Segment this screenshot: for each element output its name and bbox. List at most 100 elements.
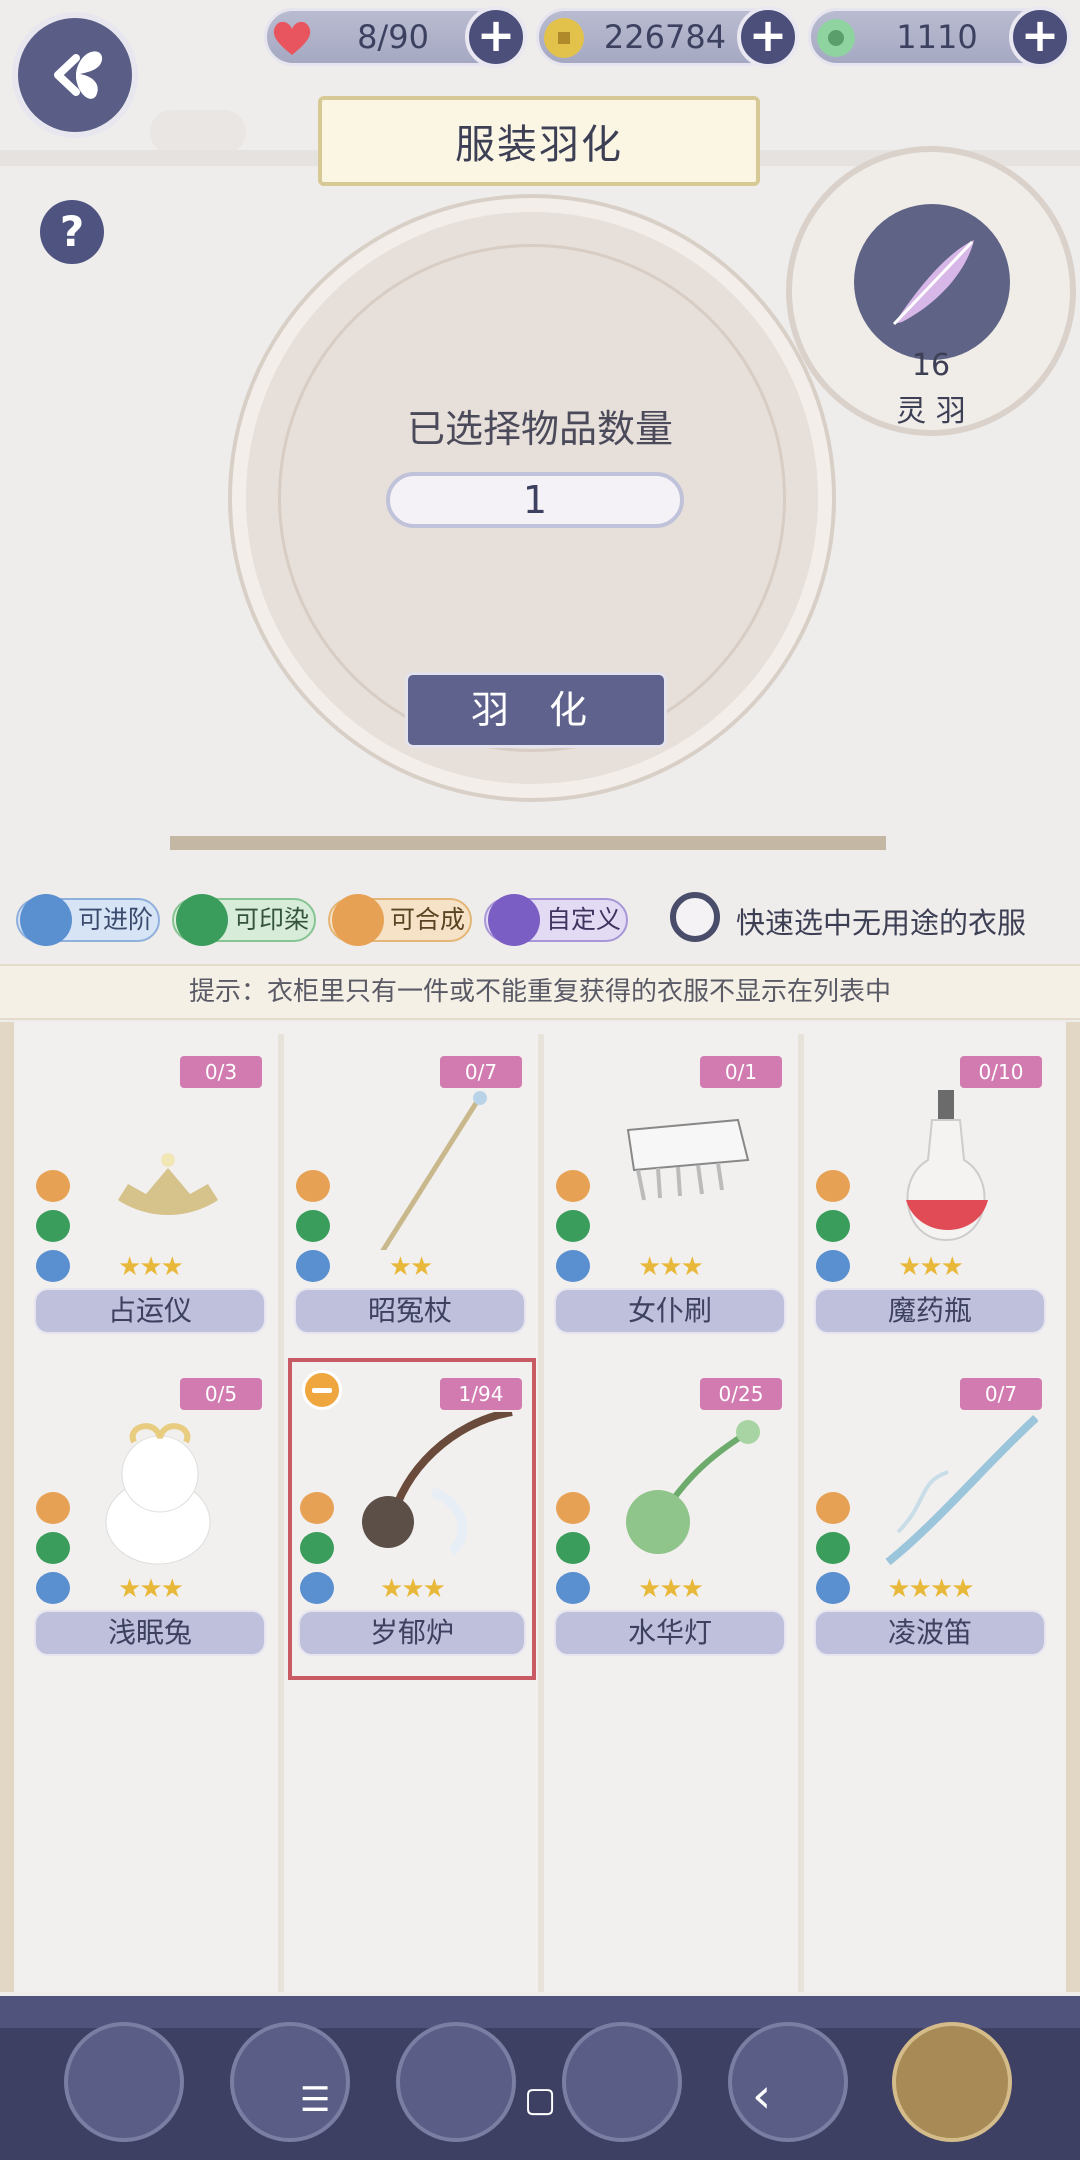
selected-count-field[interactable]: 1 [386,472,684,528]
item-name: 凌波笛 [814,1610,1046,1656]
accessory-icon[interactable] [562,2022,682,2142]
item-stars: ★★★ [118,1574,184,1604]
craft-icon [36,1492,70,1524]
lotus-lamp-icon [626,1420,760,1554]
item-count: 0/1 [700,1056,782,1088]
item-card[interactable]: 0/5 ★★★ 浅眠兔 [28,1362,272,1680]
bunny-plush-icon [105,1423,211,1565]
filter-dyeable-label: 可印染 [234,905,310,934]
yarn-icon [20,894,72,946]
filter-custom[interactable]: 自定义 [484,894,628,946]
stamina-resource: 8/90 + [264,6,527,68]
feather-name: 灵 羽 [896,394,966,429]
gem-resource: 1110 + [808,6,1071,68]
column-divider [538,1034,544,1992]
tip-bar: 提示：衣柜里只有一件或不能重复获得的衣服不显示在列表中 [0,964,1080,1020]
dye-icon [36,1532,70,1564]
hair-icon[interactable] [64,2022,184,2142]
item-card[interactable]: 0/7 ★★★★ 凌波笛 [808,1362,1052,1680]
system-menu-button[interactable]: ☰ [300,2080,330,2120]
feather-icon [892,240,974,326]
item-stars: ★★★ [638,1252,704,1282]
item-card[interactable]: 0/1 ★★★ 女仆刷 [548,1040,792,1358]
feather-transform-button[interactable]: 羽 化 [405,672,667,748]
craft-icon [556,1492,590,1524]
gold-crown-icon [118,1153,218,1215]
craft-icon [816,1492,850,1524]
bottom-nav-top [0,1996,1080,2028]
brush-icon [626,1118,750,1201]
heart-icon [273,21,311,55]
jewelry-icon[interactable] [728,2022,848,2142]
dye-icon [300,1532,334,1564]
shelf-divider [170,836,886,850]
dye-icon [556,1532,590,1564]
item-count: 0/3 [180,1056,262,1088]
dress-icon[interactable] [230,2022,350,2142]
item-card-selected[interactable]: 1/94 ★★★ 岁郁炉 [288,1358,536,1680]
jade-icon [817,19,855,57]
custom-icon [488,894,540,946]
feather-icon-frame [854,204,1010,360]
item-stars: ★★★★ [887,1574,974,1604]
dye-icon [176,894,228,946]
coin-resource: 226784 + [536,6,799,68]
dye-icon [36,1210,70,1242]
system-back-button[interactable]: ‹ [752,2068,771,2124]
filter-dyeable[interactable]: 可印染 [172,894,316,946]
incense-burner-icon [362,1412,513,1556]
craft-icon [300,1492,334,1524]
shoes-icon[interactable] [396,2022,516,2142]
item-stars: ★★ [388,1252,434,1282]
quick-select-label: 快速选中无用途的衣服 [736,906,1027,940]
item-name: 魔药瓶 [814,1288,1046,1334]
page-title: 服装羽化 [318,96,760,186]
item-count: 0/25 [700,1378,782,1410]
filter-upgradable[interactable]: 可进阶 [16,894,160,946]
back-button[interactable] [12,12,138,138]
decor-band [150,110,246,154]
grid-rail-left [0,1022,14,1992]
item-card[interactable]: 0/7 ★★ 昭冤杖 [288,1040,532,1358]
butterfly-back-icon [54,51,103,99]
filter-upgradable-label: 可进阶 [78,905,154,934]
filter-craftable[interactable]: 可合成 [328,894,472,946]
add-gems-button[interactable]: + [1009,6,1071,68]
craft-icon [332,894,384,946]
item-card[interactable]: 0/10 ★★★ 魔药瓶 [808,1040,1052,1358]
dye-icon [816,1532,850,1564]
item-count: 0/7 [960,1378,1042,1410]
staff-icon [380,1091,487,1250]
item-card[interactable]: 0/3 ★★★ 占运仪 [28,1040,272,1358]
column-divider [798,1034,804,1992]
add-stamina-button[interactable]: + [465,6,527,68]
item-name: 浅眠兔 [34,1610,266,1656]
lantern-icon[interactable] [892,2022,1012,2142]
item-name: 水华灯 [554,1610,786,1656]
quick-select-toggle[interactable] [670,892,720,942]
feather-reward-panel: 16 灵 羽 [786,146,1076,436]
filter-custom-label: 自定义 [546,905,622,934]
coin-icon [544,18,584,58]
deselect-minus-icon[interactable] [302,1370,342,1410]
item-stars: ★★★ [638,1574,704,1604]
item-stars: ★★★ [118,1252,184,1282]
dye-icon [816,1210,850,1242]
item-name: 占运仪 [34,1288,266,1334]
item-name: 昭冤杖 [294,1288,526,1334]
column-divider [278,1034,284,1992]
system-home-button[interactable]: ▢ [524,2080,556,2120]
grid-rail-right [1066,1022,1080,1992]
flute-icon [885,1415,1038,1566]
item-count: 0/10 [960,1056,1042,1088]
help-button[interactable]: ? [40,200,104,264]
item-stars: ★★★ [380,1574,446,1604]
item-count: 0/5 [180,1378,262,1410]
add-coins-button[interactable]: + [737,6,799,68]
item-name: 岁郁炉 [298,1610,526,1656]
item-card[interactable]: 0/25 ★★★ 水华灯 [548,1362,792,1680]
craft-icon [296,1170,330,1202]
item-name: 女仆刷 [554,1288,786,1334]
potion-bottle-icon [906,1090,988,1242]
item-count: 0/7 [440,1056,522,1088]
